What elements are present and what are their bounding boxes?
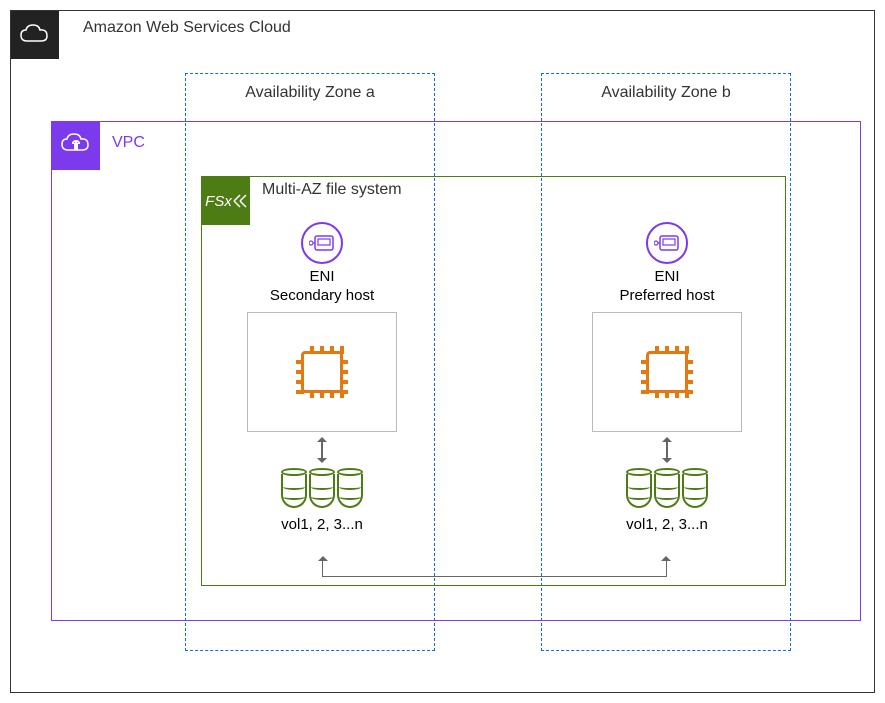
- volumes-label-b: vol1, 2, 3...n: [567, 516, 767, 533]
- vpc-icon: [52, 122, 100, 170]
- eni-icon-a: [301, 222, 343, 264]
- secondary-host-group: ENI Secondary host vol1, 2, 3...n: [222, 222, 422, 533]
- fsx-label: Multi-AZ file system: [262, 181, 402, 199]
- volume-icon: [281, 468, 307, 510]
- secondary-host-box: [247, 312, 397, 432]
- eni-label-b: ENI: [567, 268, 767, 285]
- volumes-b: [567, 468, 767, 510]
- connector-arrow-left: [318, 551, 328, 561]
- eni-label-a: ENI: [222, 268, 422, 285]
- volumes-label-a: vol1, 2, 3...n: [222, 516, 422, 533]
- fsx-icon: FSx: [202, 177, 250, 225]
- vpc-label: VPC: [112, 134, 145, 152]
- preferred-host-group: ENI Preferred host vol1, 2, 3...n: [567, 222, 767, 533]
- volume-icon: [626, 468, 652, 510]
- host-vol-connector-a: [321, 438, 323, 462]
- host-vol-connector-b: [666, 438, 668, 462]
- az-b-label: Availability Zone b: [542, 84, 790, 102]
- volume-icon: [654, 468, 680, 510]
- secondary-host-label: Secondary host: [222, 287, 422, 304]
- volumes-a: [222, 468, 422, 510]
- aws-cloud-label: Amazon Web Services Cloud: [83, 19, 291, 37]
- aws-cloud-icon: [11, 11, 59, 59]
- preferred-host-label: Preferred host: [567, 287, 767, 304]
- eni-icon-b: [646, 222, 688, 264]
- cpu-chip-icon-a: [301, 351, 343, 393]
- aws-cloud-container: Amazon Web Services Cloud Availability Z…: [10, 10, 875, 693]
- connector-arrow-right: [661, 551, 671, 561]
- cpu-chip-icon-b: [646, 351, 688, 393]
- volume-icon: [309, 468, 335, 510]
- az-a-label: Availability Zone a: [186, 84, 434, 102]
- preferred-host-box: [592, 312, 742, 432]
- fsx-badge-text: FSx: [205, 193, 232, 210]
- fsx-file-system: FSx Multi-AZ file system ENI Secondary h…: [201, 176, 786, 586]
- volume-icon: [682, 468, 708, 510]
- replication-connector: [322, 557, 667, 577]
- volume-icon: [337, 468, 363, 510]
